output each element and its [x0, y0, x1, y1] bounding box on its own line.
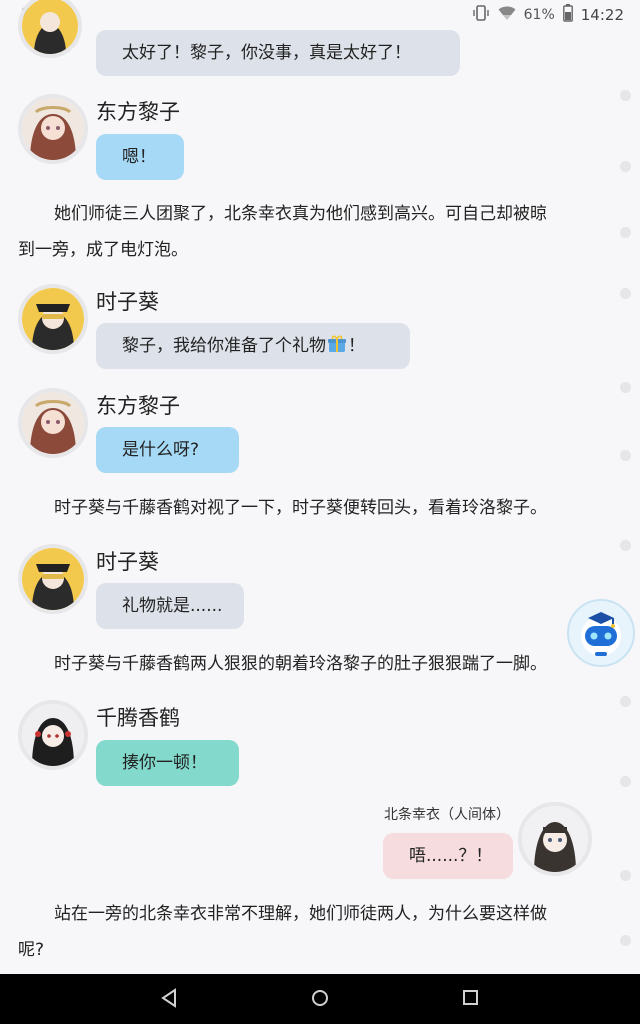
sender-name: 东方黎子	[96, 394, 180, 418]
sender-name: 时子葵	[96, 550, 159, 574]
narration-text: 时子葵与千藤香鹤两人狠狠的朝着玲洛黎子的肚子狠狠踹了一脚。	[18, 646, 578, 682]
chat-bubble[interactable]: 黎子，我给你准备了个礼物 ！	[96, 323, 410, 369]
avatar-shiko-aoi[interactable]	[18, 0, 82, 58]
chat-bubble[interactable]: 嗯！	[96, 134, 184, 180]
narration-text: 时子葵与千藤香鹤对视了一下，时子葵便转回头，看着玲洛黎子。	[18, 490, 590, 526]
narration-line: 站在一旁的北条幸衣非常不理解，她们师徒两人，为什么要这样做	[54, 904, 547, 924]
scroll-dot	[620, 776, 631, 787]
sender-name: 东方黎子	[96, 100, 180, 124]
narration-line: 时子葵与千藤香鹤两人狠狠的朝着玲洛黎子的肚子狠狠踹了一脚。	[54, 654, 547, 674]
back-icon[interactable]	[160, 988, 178, 1012]
chat-bubble[interactable]: 太好了！黎子，你没事，真是太好了！	[96, 30, 460, 76]
scroll-dot	[620, 540, 631, 551]
battery-icon	[562, 4, 573, 26]
battery-percent: 61%	[523, 7, 555, 23]
scroll-dot	[620, 450, 631, 461]
bubble-text: 黎子，我给你准备了个礼物	[122, 336, 326, 356]
gift-icon	[328, 325, 346, 352]
sender-name: 北条幸衣（人间体）	[384, 807, 510, 823]
chat-bubble[interactable]: 礼物就是......	[96, 583, 244, 629]
assistant-robot-button[interactable]	[566, 598, 636, 668]
narration-text: 站在一旁的北条幸衣非常不理解，她们师徒两人，为什么要这样做 呢?	[18, 896, 590, 968]
scroll-dot	[620, 227, 631, 238]
home-icon[interactable]	[311, 988, 329, 1012]
avatar-beitiao-xingyi[interactable]	[518, 802, 592, 876]
scroll-dot	[620, 382, 631, 393]
scroll-dot	[620, 696, 631, 707]
scroll-dot	[620, 90, 631, 101]
status-bar: 61% 14:22	[0, 0, 640, 28]
vibrate-icon	[472, 5, 490, 25]
avatar-shiko-aoi[interactable]	[18, 284, 88, 354]
sender-name: 千腾香鹤	[96, 706, 180, 730]
avatar-qianteng-xianghe[interactable]	[18, 700, 88, 770]
chat-bubble[interactable]: 唔......？！	[383, 833, 513, 879]
narration-line: 到一旁，成了电灯泡。	[18, 240, 188, 260]
avatar-dongfang-lizi[interactable]	[18, 388, 88, 458]
narration-text: 她们师徒三人团聚了，北条幸衣真为他们感到高兴。可自己却被晾 到一旁，成了电灯泡。	[18, 196, 590, 268]
scroll-dot	[620, 288, 631, 299]
wifi-icon	[498, 5, 516, 25]
recents-icon[interactable]	[462, 988, 480, 1012]
clock: 14:22	[580, 6, 624, 24]
scroll-dot	[620, 161, 631, 172]
navigation-bar	[0, 974, 640, 1024]
chat-bubble[interactable]: 揍你一顿！	[96, 740, 239, 786]
avatar-dongfang-lizi[interactable]	[18, 94, 88, 164]
sender-name: 时子葵	[96, 290, 159, 314]
scroll-dot	[620, 870, 631, 881]
avatar-shiko-aoi[interactable]	[18, 544, 88, 614]
narration-line: 她们师徒三人团聚了，北条幸衣真为他们感到高兴。可自己却被晾	[54, 204, 547, 224]
scroll-dot	[620, 935, 631, 946]
narration-line: 呢?	[18, 940, 45, 960]
chat-bubble[interactable]: 是什么呀?	[96, 427, 239, 473]
narration-line: 时子葵与千藤香鹤对视了一下，时子葵便转回头，看着玲洛黎子。	[54, 498, 547, 518]
bubble-text: ！	[348, 336, 365, 356]
